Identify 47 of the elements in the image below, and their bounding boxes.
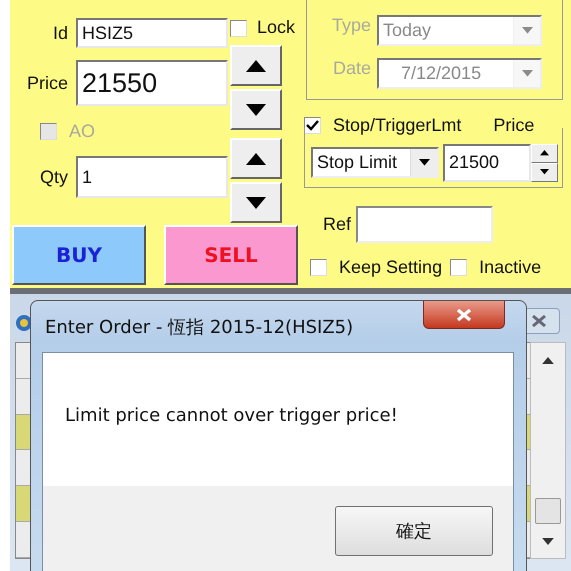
scroll-thumb[interactable] (535, 498, 561, 524)
close-icon (531, 315, 547, 327)
scroll-down-icon (542, 538, 554, 545)
ao-label: AO (69, 120, 96, 142)
qty-label: Qty (40, 166, 68, 188)
up-arrow-icon (540, 150, 549, 156)
qty-field[interactable]: 1 (76, 156, 228, 198)
up-arrow-icon (246, 152, 266, 164)
down-arrow-icon (246, 196, 266, 208)
checkbox[interactable] (230, 20, 247, 37)
qty-down-button[interactable] (230, 182, 282, 223)
dialog-title: Enter Order - 恆指 2015-12(HSIZ5) (45, 316, 354, 339)
ref-field[interactable] (356, 206, 494, 243)
keep-setting-label: Keep Setting (339, 257, 442, 278)
down-arrow-icon (540, 169, 549, 175)
close-button[interactable] (423, 301, 505, 329)
buy-button[interactable]: BUY (12, 225, 146, 285)
scroll-up-icon (542, 357, 554, 364)
checkbox[interactable] (450, 259, 468, 276)
checkbox[interactable] (304, 117, 321, 134)
trigger-price-field[interactable]: 21500 (443, 144, 531, 182)
close-icon (455, 308, 473, 322)
trigger-down-button[interactable] (531, 162, 558, 182)
checkbox[interactable] (310, 259, 327, 276)
down-arrow-icon (246, 104, 266, 116)
price-label: Price (26, 72, 68, 94)
ref-label: Ref (323, 214, 352, 235)
up-arrow-icon (246, 60, 266, 72)
ok-button[interactable]: 確定 (335, 506, 493, 556)
lock-label: Lock (257, 17, 296, 38)
dropdown-arrow-icon (522, 27, 532, 34)
price-up-button[interactable] (230, 45, 282, 86)
id-label: Id (52, 22, 68, 44)
price-field[interactable]: 21550 (76, 60, 228, 106)
dropdown-arrow-icon (522, 70, 532, 77)
scrollbar[interactable] (530, 342, 566, 559)
type-label: Type (332, 15, 371, 37)
date-label: Date (332, 58, 371, 80)
inactive-label: Inactive (479, 257, 542, 278)
stop-label: Stop/TriggerLmt (333, 115, 462, 136)
id-field[interactable]: HSIZ5 (76, 18, 228, 48)
trigger-up-button[interactable] (531, 144, 558, 162)
dropdown-arrow-icon (418, 159, 430, 166)
order-type-dropdown[interactable]: Stop Limit (311, 147, 439, 178)
price-down-button[interactable] (230, 89, 282, 130)
qty-up-button[interactable] (230, 138, 282, 179)
dialog-message: Limit price cannot over trigger price! (65, 405, 398, 426)
